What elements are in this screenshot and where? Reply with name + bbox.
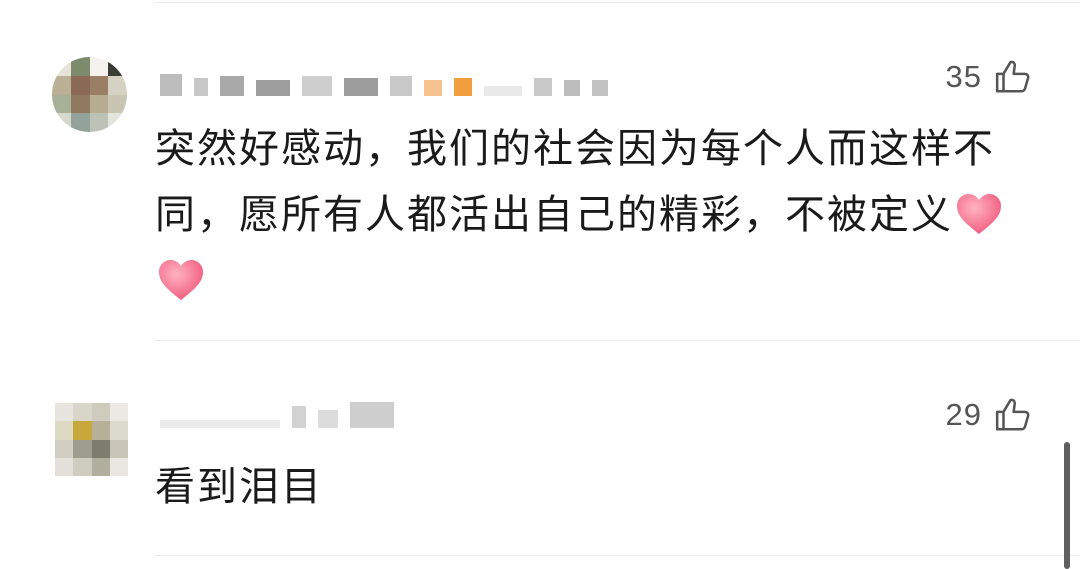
like-count: 35 [945,59,982,94]
thumbs-up-icon [994,396,1032,434]
username-redacted[interactable] [160,398,394,428]
heart-emoji-icon [955,192,1003,236]
comment-item: 29 看到泪目 [0,341,1080,561]
avatar[interactable] [55,403,128,476]
comment-divider [155,555,1080,556]
comment-list: 35 突然好感动，我们的社会因为每个人而这样不同，愿所有人都活出自己的精彩，不被… [0,0,1080,569]
comment-text: 突然好感动，我们的社会因为每个人而这样不同，愿所有人都活出自己的精彩，不被定义 [155,116,1035,314]
like-button[interactable]: 35 [946,58,1032,96]
like-button[interactable]: 29 [946,396,1032,434]
thumbs-up-icon [994,58,1032,96]
avatar[interactable] [52,57,127,132]
username-redacted[interactable] [160,66,608,96]
heart-emoji-icon [157,258,205,302]
comment-item: 35 突然好感动，我们的社会因为每个人而这样不同，愿所有人都活出自己的精彩，不被… [0,0,1080,340]
like-count: 29 [945,397,982,432]
comment-text: 看到泪目 [155,464,323,510]
scrollbar[interactable] [1064,442,1070,569]
